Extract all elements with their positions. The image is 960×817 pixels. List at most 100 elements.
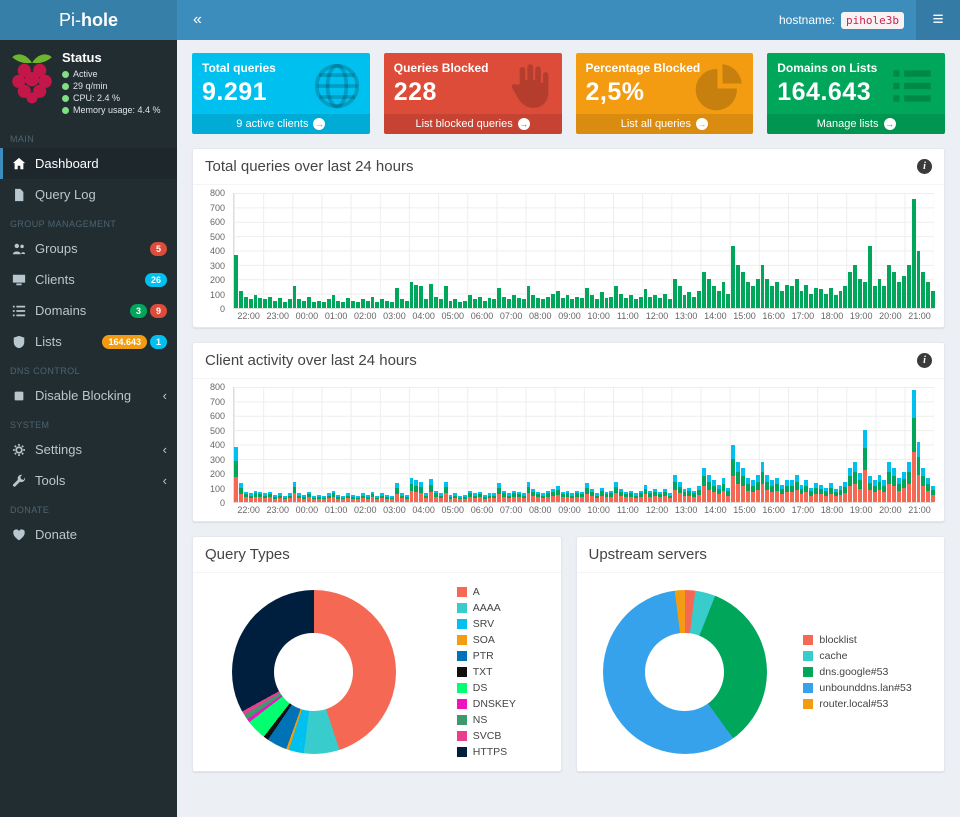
legend-item[interactable]: A	[457, 586, 516, 598]
bar	[434, 491, 438, 503]
sidebar-collapse-button[interactable]: «	[177, 0, 218, 40]
bar	[453, 299, 457, 308]
bar	[483, 495, 487, 502]
legend-label: NS	[473, 714, 488, 726]
bar-segment	[254, 497, 258, 502]
card-footer-link[interactable]: List all queries→	[576, 114, 754, 134]
bar-segment	[897, 491, 901, 502]
bar	[458, 302, 462, 308]
legend-item[interactable]: SOA	[457, 634, 516, 646]
bar-segment	[380, 498, 384, 502]
bar	[595, 299, 599, 308]
card-footer-link[interactable]: Manage lists→	[767, 114, 945, 134]
legend-item[interactable]: unbounddns.lan#53	[803, 682, 911, 694]
bar	[790, 286, 794, 308]
legend-item[interactable]: router.local#53	[803, 698, 911, 710]
bar	[795, 475, 799, 502]
bar	[239, 291, 243, 308]
total-queries-box-body: 800700600500400300200100022:0023:0000:00…	[193, 185, 944, 327]
bar-segment	[878, 482, 882, 490]
bar	[736, 462, 740, 502]
sidebar-item-query-log[interactable]: Query Log	[0, 179, 177, 210]
bar	[897, 478, 901, 502]
bar	[449, 301, 453, 308]
bar	[717, 485, 721, 502]
card-footer-link[interactable]: 9 active clients→	[192, 114, 370, 134]
bar	[390, 302, 394, 308]
legend-item[interactable]: DNSKEY	[457, 698, 516, 710]
bar-segment	[804, 492, 808, 502]
summary-cards: Total queries9.2919 active clients→Queri…	[192, 53, 945, 134]
plot-area[interactable]	[233, 193, 934, 309]
bar	[614, 286, 618, 308]
brand-logo[interactable]: Pi-hole	[0, 0, 177, 40]
sidebar-item-clients[interactable]: Clients26	[0, 264, 177, 295]
client-activity-chart[interactable]: 800700600500400300200100022:0023:0000:00…	[199, 387, 934, 515]
legend-item[interactable]: NS	[457, 714, 516, 726]
bar	[790, 480, 794, 502]
plot-area[interactable]	[233, 387, 934, 503]
bar	[507, 493, 511, 502]
sidebar-item-groups[interactable]: Groups5	[0, 233, 177, 264]
x-tick-label: 03:00	[380, 311, 409, 321]
bar	[751, 286, 755, 308]
legend-swatch	[457, 699, 467, 709]
bar	[405, 301, 409, 308]
bar	[814, 483, 818, 502]
bar	[244, 492, 248, 502]
legend-item[interactable]: AAAA	[457, 602, 516, 614]
bar	[322, 496, 326, 502]
brand-text-light: Pi-	[59, 10, 81, 31]
legend-item[interactable]: blocklist	[803, 634, 911, 646]
badge: 164.643	[102, 335, 147, 349]
legend-item[interactable]: PTR	[457, 650, 516, 662]
upstream-servers-donut[interactable]	[603, 590, 767, 754]
bar	[926, 282, 930, 308]
bar	[600, 488, 604, 502]
legend-item[interactable]: HTTPS	[457, 746, 516, 758]
legend-item[interactable]: dns.google#53	[803, 666, 911, 678]
sidebar-item-lists[interactable]: Lists164.6431	[0, 326, 177, 357]
sidebar-item-settings[interactable]: Settings‹	[0, 434, 177, 465]
bar	[697, 486, 701, 502]
bar-segment	[921, 486, 925, 502]
legend-item[interactable]: TXT	[457, 666, 516, 678]
bar	[882, 480, 886, 502]
sidebar-item-disable-blocking[interactable]: Disable Blocking‹	[0, 380, 177, 411]
card-value: 9.291	[202, 78, 360, 107]
card-footer-link[interactable]: List blocked queries→	[384, 114, 562, 134]
x-tick-label: 15:00	[730, 311, 759, 321]
legend-item[interactable]: SVCB	[457, 730, 516, 742]
x-tick-label: 15:00	[730, 505, 759, 515]
bar-segment	[707, 482, 711, 490]
info-icon[interactable]: i	[917, 353, 932, 368]
bar	[356, 496, 360, 502]
sidebar-item-dashboard[interactable]: Dashboard	[0, 148, 177, 179]
legend-label: PTR	[473, 650, 494, 662]
legend-item[interactable]: cache	[803, 650, 911, 662]
y-axis: 8007006005004003002001000	[199, 387, 229, 503]
sidebar-item-domains[interactable]: Domains39	[0, 295, 177, 326]
bar	[512, 295, 516, 308]
query-types-donut[interactable]	[232, 590, 396, 754]
bar-segment	[458, 499, 462, 502]
info-icon[interactable]: i	[917, 159, 932, 174]
bar-segment	[468, 497, 472, 502]
legend-swatch	[457, 731, 467, 741]
bar-segment	[614, 493, 618, 502]
bar-segment	[892, 468, 896, 477]
legend-item[interactable]: DS	[457, 682, 516, 694]
bar	[312, 302, 316, 308]
badges: 26	[145, 273, 167, 287]
bar	[258, 492, 262, 502]
bar	[839, 291, 843, 308]
sidebar-item-tools[interactable]: Tools‹	[0, 465, 177, 496]
legend-item[interactable]: SRV	[457, 618, 516, 630]
bar-segment	[814, 494, 818, 502]
bar-segment	[770, 492, 774, 502]
sidebar-item-donate[interactable]: Donate	[0, 519, 177, 550]
users-icon	[12, 242, 27, 256]
total-queries-chart[interactable]: 800700600500400300200100022:0023:0000:00…	[199, 193, 934, 321]
bar	[351, 495, 355, 502]
hamburger-menu-button[interactable]: ≡	[916, 0, 960, 40]
